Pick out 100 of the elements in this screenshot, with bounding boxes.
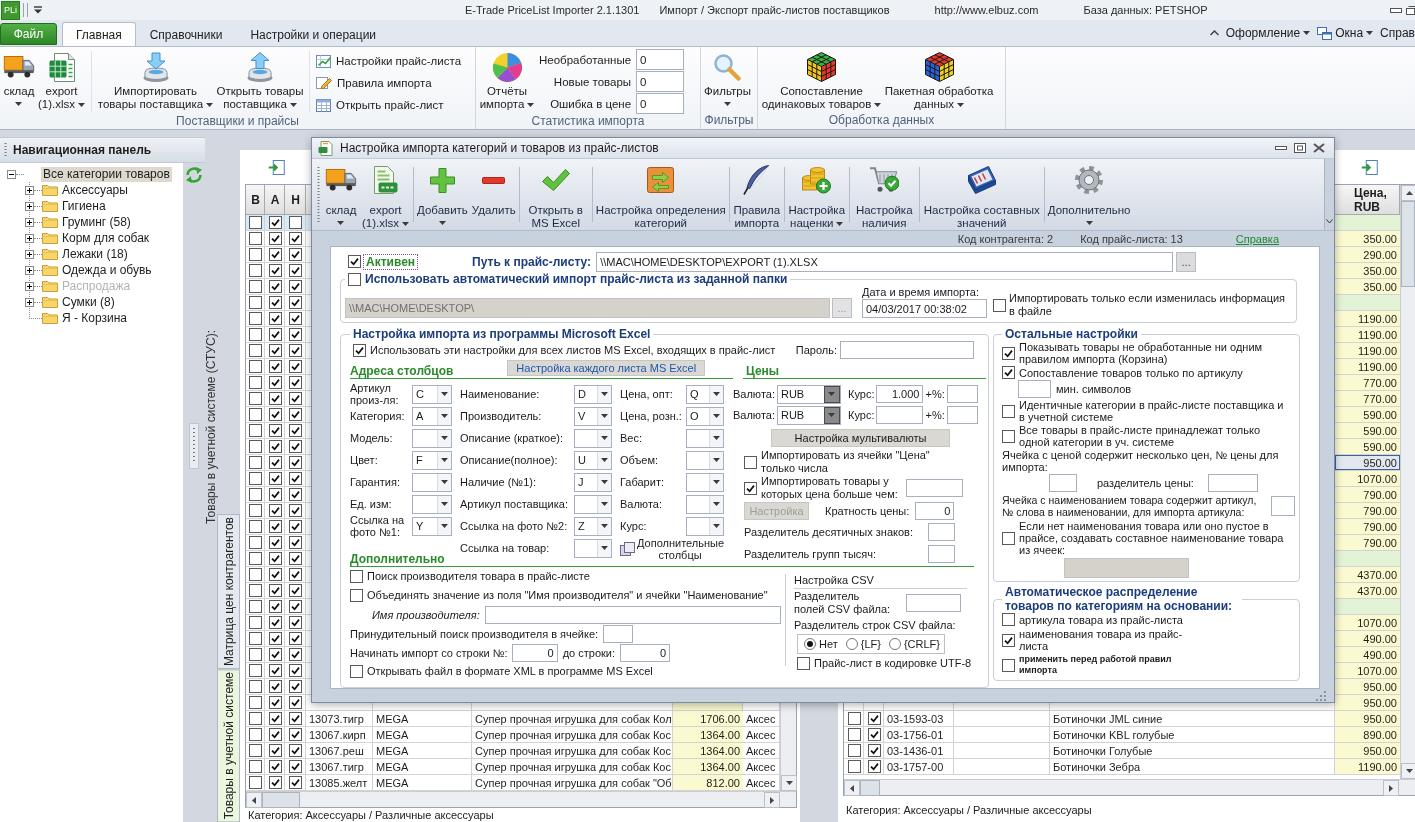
checkbox[interactable]: [289, 456, 302, 469]
checkbox[interactable]: [268, 712, 282, 725]
checkbox[interactable]: [268, 328, 282, 341]
checkbox[interactable]: [268, 344, 282, 357]
checkbox[interactable]: [867, 712, 881, 725]
checkbox[interactable]: [268, 248, 282, 261]
checkbox[interactable]: [268, 360, 282, 373]
ribbon-button[interactable]: Фильтры: [703, 49, 752, 106]
checkbox[interactable]: [249, 760, 262, 773]
checkbox[interactable]: [268, 728, 282, 741]
tree-item[interactable]: Аксессуары: [60, 182, 130, 198]
chevron-up-icon[interactable]: [1209, 30, 1219, 36]
checkbox[interactable]: [268, 504, 282, 517]
checkbox[interactable]: [289, 232, 302, 245]
text-field[interactable]: [1207, 474, 1258, 492]
checkbox[interactable]: [249, 728, 262, 741]
checkbox[interactable]: [268, 552, 282, 565]
dropdown[interactable]: V: [574, 406, 612, 426]
checkbox[interactable]: [268, 232, 282, 245]
checkbox[interactable]: [289, 632, 302, 645]
dropdown[interactable]: Z: [574, 516, 612, 536]
toolbar-button[interactable]: Настройка определения категорий: [593, 159, 728, 230]
checkbox[interactable]: [797, 657, 810, 670]
ribbon-button[interactable]: Правила импорта: [314, 74, 464, 92]
expand-icon[interactable]: [25, 265, 34, 275]
checkbox[interactable]: [249, 216, 262, 229]
checkbox[interactable]: [249, 664, 262, 677]
checkbox[interactable]: [350, 665, 363, 678]
checkbox[interactable]: [268, 392, 282, 405]
text-field[interactable]: 0: [915, 502, 955, 520]
checkbox[interactable]: [867, 760, 881, 773]
collapse-icon[interactable]: [7, 169, 16, 179]
text-field[interactable]: [906, 479, 963, 497]
scroll-up-button[interactable]: [1401, 185, 1415, 201]
extra-columns-button[interactable]: Дополнительные столбцы: [620, 537, 724, 561]
checkbox[interactable]: [268, 600, 282, 613]
checkbox[interactable]: [993, 298, 1006, 312]
text-field[interactable]: [906, 594, 961, 612]
checkbox[interactable]: [249, 440, 262, 453]
checkbox[interactable]: [289, 376, 302, 389]
ribbon-button[interactable]: Открыть прайс-лист: [314, 96, 464, 114]
column-header[interactable]: В: [246, 185, 265, 214]
checkbox[interactable]: [249, 712, 262, 725]
checkbox[interactable]: [289, 552, 302, 565]
dropdown[interactable]: F: [412, 450, 452, 470]
column-header[interactable]: Н: [285, 185, 306, 214]
checkbox[interactable]: [289, 600, 302, 613]
scroll-left-button[interactable]: [844, 780, 860, 796]
checkbox[interactable]: [289, 584, 302, 597]
dropdown[interactable]: U: [574, 450, 612, 470]
arrow-box-icon[interactable]: [268, 159, 285, 175]
ribbon-button[interactable]: Открыть товары поставщика: [215, 49, 305, 111]
arrow-box-icon[interactable]: [1361, 159, 1378, 175]
toolbar-button[interactable]: export (1).xlsx: [359, 159, 412, 230]
checkbox[interactable]: [847, 728, 861, 741]
checkbox[interactable]: [289, 616, 302, 629]
dropdown[interactable]: Q: [686, 384, 724, 404]
checkbox[interactable]: [847, 712, 861, 725]
checkbox[interactable]: [289, 264, 302, 277]
checkbox[interactable]: [348, 255, 361, 268]
text-field[interactable]: 0: [511, 643, 558, 662]
expand-icon[interactable]: [25, 185, 34, 195]
dropdown[interactable]: D: [574, 384, 612, 404]
checkbox[interactable]: [847, 760, 861, 773]
dropdown[interactable]: J: [574, 472, 612, 492]
checkbox[interactable]: [1002, 404, 1015, 418]
scroll-down-button[interactable]: [781, 775, 797, 791]
checkbox[interactable]: [249, 312, 262, 325]
checkbox[interactable]: [268, 488, 282, 501]
checkbox[interactable]: [268, 456, 282, 469]
text-field[interactable]: 0: [620, 643, 671, 662]
text-field[interactable]: [876, 406, 924, 424]
expand-icon[interactable]: [25, 217, 34, 227]
text-field[interactable]: [484, 605, 781, 624]
tab[interactable]: Главная: [62, 22, 136, 46]
dropdown[interactable]: Y: [412, 516, 452, 536]
checkbox[interactable]: [249, 248, 262, 261]
ribbon-button[interactable]: Настройки прайс-листа: [314, 52, 464, 70]
tab[interactable]: Настройки и операции: [236, 22, 391, 46]
checkbox[interactable]: [348, 272, 361, 286]
checkbox[interactable]: [289, 648, 302, 661]
toolbar-button[interactable]: Настройка наличия: [850, 159, 918, 230]
quick-access-arrow-icon[interactable]: [34, 6, 42, 14]
checkbox[interactable]: [289, 696, 302, 709]
checkbox[interactable]: [847, 744, 861, 757]
checkbox[interactable]: [249, 616, 262, 629]
checkbox[interactable]: [249, 376, 262, 389]
checkbox[interactable]: [249, 552, 262, 565]
toolbar-button[interactable]: Открыть в MS Excel: [520, 159, 591, 230]
dropdown[interactable]: A: [412, 406, 452, 426]
checkbox[interactable]: [249, 456, 262, 469]
checkbox[interactable]: [350, 570, 363, 583]
minimize-icon[interactable]: [1275, 146, 1287, 150]
menu-button[interactable]: Оформление: [1225, 26, 1311, 40]
checkbox[interactable]: [268, 440, 282, 453]
checkbox[interactable]: [268, 408, 282, 421]
checkbox[interactable]: [289, 216, 302, 229]
text-field[interactable]: 1.000: [876, 385, 924, 403]
checkbox[interactable]: [1002, 658, 1015, 672]
toolbar-button[interactable]: Дополнительно: [1045, 159, 1133, 230]
